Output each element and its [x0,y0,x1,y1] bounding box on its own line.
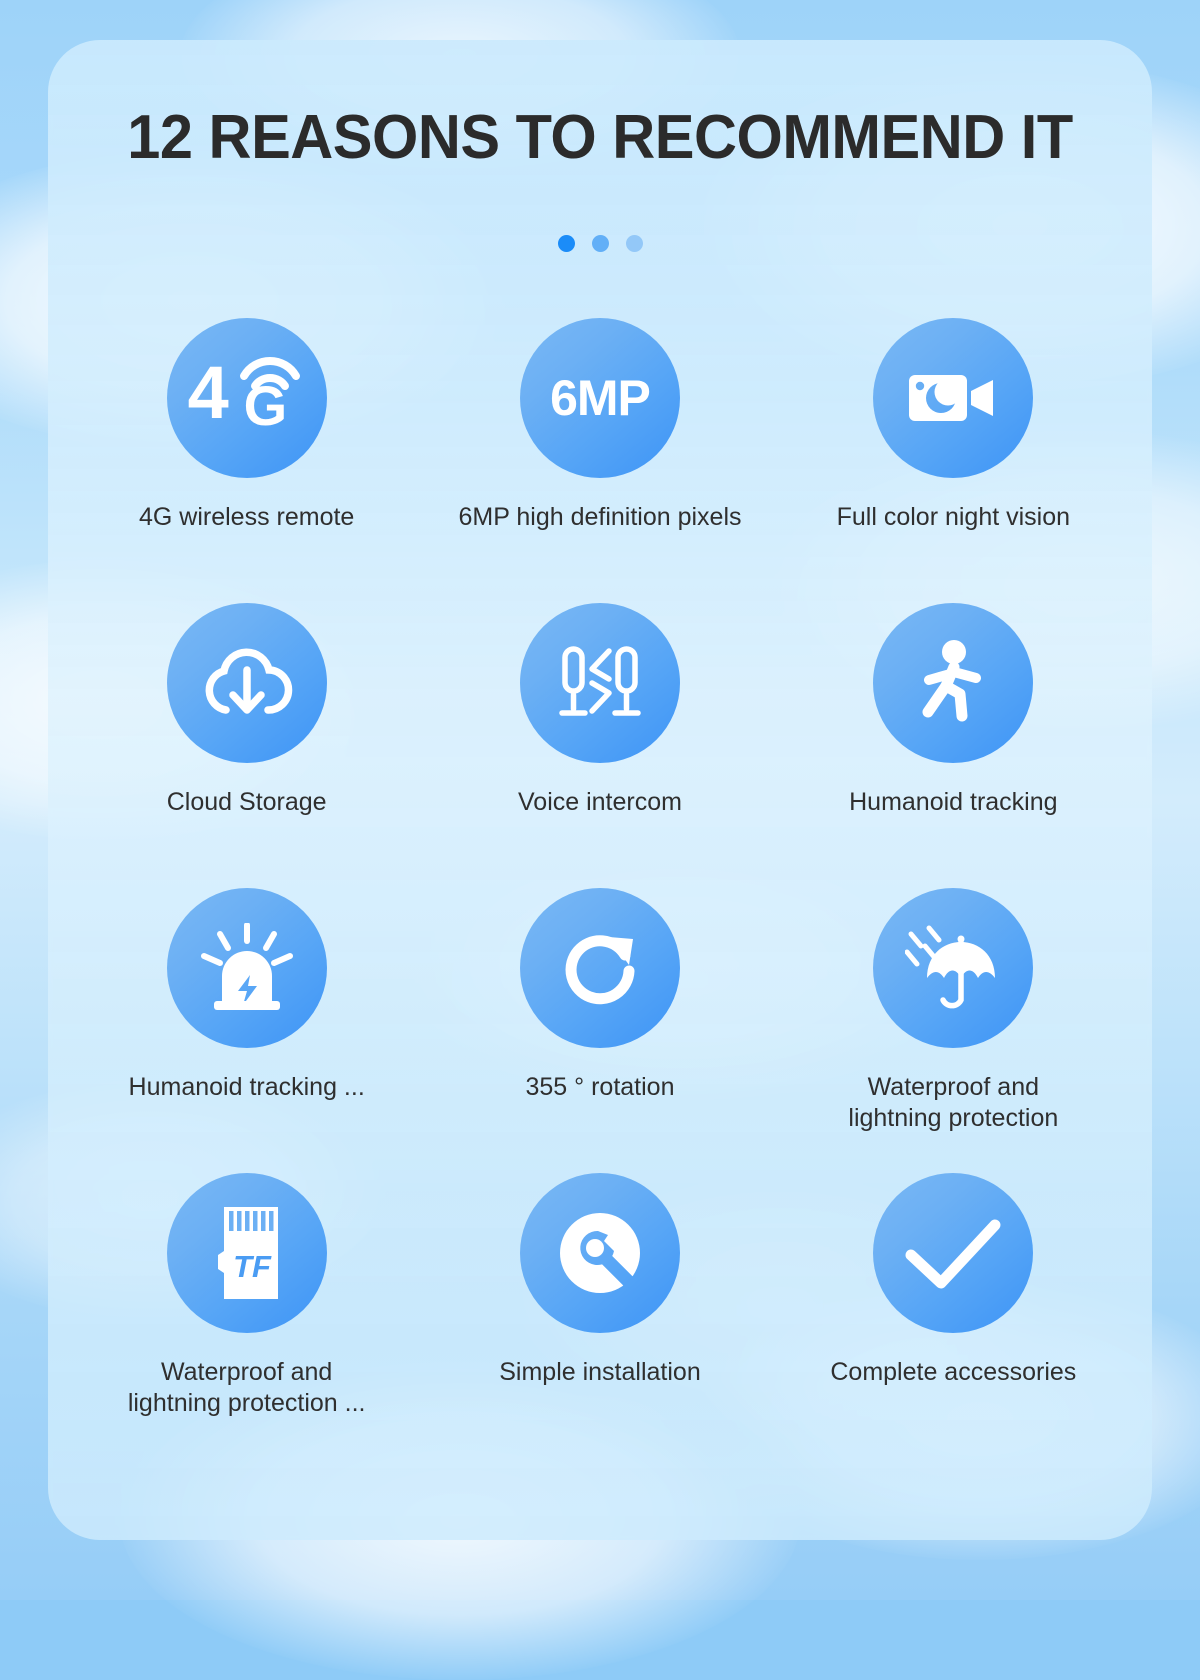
feature-label: 4G wireless remote [138,503,355,531]
wrench-tool-icon [519,1173,680,1333]
walking-person-icon [873,603,1034,763]
pagination-dots[interactable] [48,235,1152,252]
pagination-dot-3[interactable] [625,235,643,252]
feature-item[interactable]: 4 G 4G wireless remote [70,318,423,603]
two-way-microphone-icon [519,603,680,763]
feature-label: Simple installation [499,1358,701,1386]
checkmark-icon [873,1173,1034,1333]
pagination-dot-2[interactable] [591,235,609,252]
feature-item[interactable]: Complete accessories [777,1173,1130,1458]
feature-item[interactable]: TF Waterproof and lightning protection ..… [70,1173,423,1458]
night-vision-camera-icon [873,318,1034,478]
alarm-siren-icon [166,888,327,1048]
feature-label: Complete accessories [830,1358,1077,1386]
feature-item[interactable]: Humanoid tracking [777,603,1130,888]
feature-label: Voice intercom [518,788,682,816]
feature-item[interactable]: Simple installation [423,1173,776,1458]
feature-item[interactable]: Cloud Storage [70,603,423,888]
tf-memory-card-icon: TF [166,1173,327,1333]
6mp-resolution-icon: 6MP [519,318,680,478]
6mp-text: 6MP [550,370,651,426]
feature-item[interactable]: Waterproof and lightning protection [777,888,1130,1173]
feature-label: 6MP high definition pixels [458,503,742,531]
feature-item[interactable]: Full color night vision [777,318,1130,603]
feature-card: 12 REASONS TO RECOMMEND IT 4 G 4G wirele… [48,40,1152,1540]
feature-item[interactable]: Humanoid tracking ... [70,888,423,1173]
feature-item[interactable]: 6MP 6MP high definition pixels [423,318,776,603]
feature-item[interactable]: 355 ° rotation [423,888,776,1173]
tf-text: TF [233,1249,272,1284]
4g-signal-icon: 4 G [166,318,327,478]
feature-label: 355 ° rotation [525,1073,675,1101]
rotation-arrow-icon [519,888,680,1048]
feature-grid: 4 G 4G wireless remote 6MP 6MP high defi… [48,318,1152,1458]
feature-item[interactable]: Voice intercom [423,603,776,888]
feature-label: Humanoid tracking [849,788,1058,816]
4g-digit: 4 [187,351,229,434]
feature-label: Humanoid tracking ... [128,1073,365,1101]
feature-label: Waterproof and lightning protection [848,1073,1059,1133]
feature-label: Waterproof and lightning protection ... [127,1358,366,1418]
pagination-dot-1[interactable] [557,235,575,252]
wifi-arcs-icon [239,356,300,390]
umbrella-rain-icon [873,888,1034,1048]
page-title: 12 REASONS TO RECOMMEND IT [127,103,1073,172]
cloud-download-icon [166,603,327,763]
feature-label: Full color night vision [836,503,1071,531]
feature-label: Cloud Storage [166,788,327,816]
